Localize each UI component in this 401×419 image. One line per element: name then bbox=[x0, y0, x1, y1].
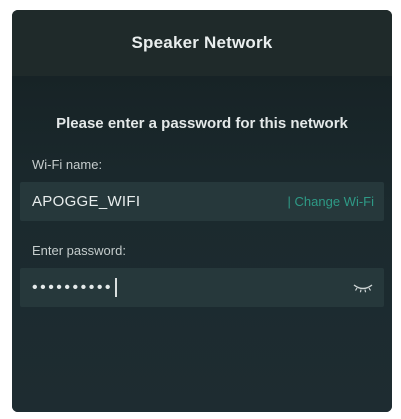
dialog-content: Please enter a password for this network… bbox=[12, 76, 392, 412]
text-cursor bbox=[115, 278, 117, 297]
speaker-network-dialog: Speaker Network Please enter a password … bbox=[12, 10, 392, 412]
dialog-header: Speaker Network bbox=[12, 10, 392, 76]
password-masked-value: •••••••••• bbox=[32, 278, 114, 296]
dialog-title: Speaker Network bbox=[131, 33, 273, 52]
change-wifi-link[interactable]: | Change Wi-Fi bbox=[288, 194, 374, 209]
password-prompt: Please enter a password for this network bbox=[56, 115, 348, 132]
password-field[interactable]: •••••••••• bbox=[20, 268, 384, 307]
password-label: Enter password: bbox=[32, 243, 126, 258]
wifi-name-label: Wi-Fi name: bbox=[32, 157, 103, 172]
eye-closed-icon[interactable] bbox=[352, 282, 374, 294]
wifi-name-field: APOGGE_WIFI | Change Wi-Fi bbox=[20, 182, 384, 221]
wifi-ssid-value: APOGGE_WIFI bbox=[32, 193, 141, 210]
